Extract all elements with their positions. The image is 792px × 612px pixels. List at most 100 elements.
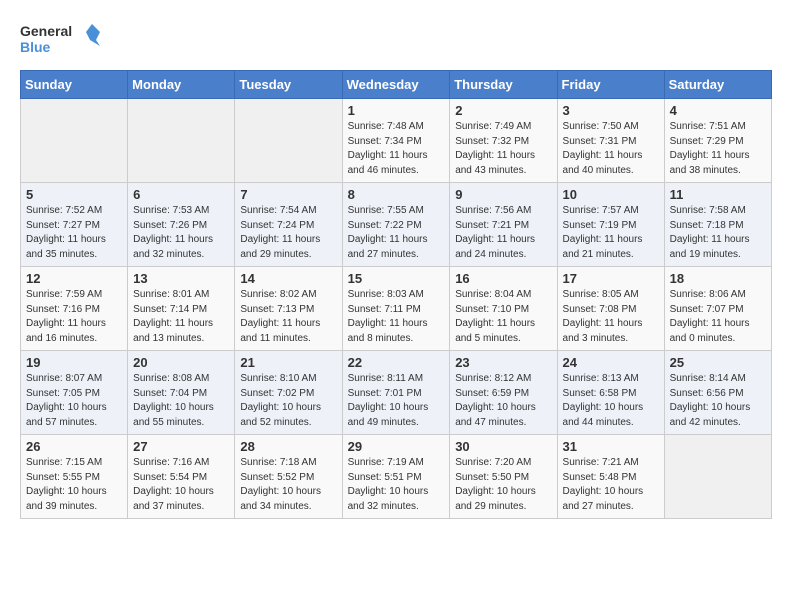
day-info: Sunrise: 8:02 AM Sunset: 7:13 PM Dayligh… — [240, 288, 336, 346]
day-number: 1 — [348, 103, 445, 118]
day-number: 31 — [563, 439, 659, 454]
calendar-cell: 9 Sunrise: 7:56 AM Sunset: 7:21 PM Daylig… — [450, 183, 557, 267]
day-info: Sunrise: 8:11 AM Sunset: 7:01 PM Dayligh… — [348, 372, 445, 430]
day-info: Sunrise: 8:12 AM Sunset: 6:59 PM Dayligh… — [455, 372, 551, 430]
day-number: 17 — [563, 271, 659, 286]
day-number: 9 — [455, 187, 551, 202]
calendar-cell: 25 Sunrise: 8:14 AM Sunset: 6:56 PM Dayli… — [664, 351, 771, 435]
day-number: 2 — [455, 103, 551, 118]
day-number: 24 — [563, 355, 659, 370]
calendar-cell: 30 Sunrise: 7:20 AM Sunset: 5:50 PM Dayli… — [450, 435, 557, 519]
calendar-cell: 17 Sunrise: 8:05 AM Sunset: 7:08 PM Dayli… — [557, 267, 664, 351]
day-info: Sunrise: 7:21 AM Sunset: 5:48 PM Dayligh… — [563, 456, 659, 514]
calendar-cell: 10 Sunrise: 7:57 AM Sunset: 7:19 PM Dayli… — [557, 183, 664, 267]
calendar-cell: 12 Sunrise: 7:59 AM Sunset: 7:16 PM Dayli… — [21, 267, 128, 351]
logo-svg: General Blue — [20, 20, 100, 60]
day-number: 23 — [455, 355, 551, 370]
day-info: Sunrise: 8:01 AM Sunset: 7:14 PM Dayligh… — [133, 288, 229, 346]
day-info: Sunrise: 7:53 AM Sunset: 7:26 PM Dayligh… — [133, 204, 229, 262]
day-info: Sunrise: 7:16 AM Sunset: 5:54 PM Dayligh… — [133, 456, 229, 514]
day-info: Sunrise: 8:10 AM Sunset: 7:02 PM Dayligh… — [240, 372, 336, 430]
calendar-cell: 4 Sunrise: 7:51 AM Sunset: 7:29 PM Daylig… — [664, 99, 771, 183]
day-info: Sunrise: 8:07 AM Sunset: 7:05 PM Dayligh… — [26, 372, 122, 430]
calendar-cell — [21, 99, 128, 183]
calendar-cell: 23 Sunrise: 8:12 AM Sunset: 6:59 PM Dayli… — [450, 351, 557, 435]
day-info: Sunrise: 7:58 AM Sunset: 7:18 PM Dayligh… — [670, 204, 766, 262]
day-number: 21 — [240, 355, 336, 370]
day-info: Sunrise: 8:14 AM Sunset: 6:56 PM Dayligh… — [670, 372, 766, 430]
day-number: 19 — [26, 355, 122, 370]
day-number: 11 — [670, 187, 766, 202]
day-number: 29 — [348, 439, 445, 454]
calendar-cell: 2 Sunrise: 7:49 AM Sunset: 7:32 PM Daylig… — [450, 99, 557, 183]
calendar-cell: 3 Sunrise: 7:50 AM Sunset: 7:31 PM Daylig… — [557, 99, 664, 183]
day-info: Sunrise: 7:48 AM Sunset: 7:34 PM Dayligh… — [348, 120, 445, 178]
week-row-4: 19 Sunrise: 8:07 AM Sunset: 7:05 PM Dayli… — [21, 351, 772, 435]
calendar-cell: 24 Sunrise: 8:13 AM Sunset: 6:58 PM Dayli… — [557, 351, 664, 435]
calendar-cell: 29 Sunrise: 7:19 AM Sunset: 5:51 PM Dayli… — [342, 435, 450, 519]
svg-text:General: General — [20, 23, 72, 39]
day-number: 15 — [348, 271, 445, 286]
day-number: 10 — [563, 187, 659, 202]
week-row-1: 1 Sunrise: 7:48 AM Sunset: 7:34 PM Daylig… — [21, 99, 772, 183]
weekday-header-thursday: Thursday — [450, 71, 557, 99]
calendar-cell: 28 Sunrise: 7:18 AM Sunset: 5:52 PM Dayli… — [235, 435, 342, 519]
day-number: 30 — [455, 439, 551, 454]
day-number: 18 — [670, 271, 766, 286]
calendar-cell: 14Sunrise: 8:02 AM Sunset: 7:13 PM Dayli… — [235, 267, 342, 351]
day-info: Sunrise: 7:20 AM Sunset: 5:50 PM Dayligh… — [455, 456, 551, 514]
weekday-header-saturday: Saturday — [664, 71, 771, 99]
day-info: Sunrise: 7:56 AM Sunset: 7:21 PM Dayligh… — [455, 204, 551, 262]
day-info: Sunrise: 7:15 AM Sunset: 5:55 PM Dayligh… — [26, 456, 122, 514]
weekday-header-monday: Monday — [128, 71, 235, 99]
calendar-cell: 31 Sunrise: 7:21 AM Sunset: 5:48 PM Dayli… — [557, 435, 664, 519]
day-number: 4 — [670, 103, 766, 118]
day-number: 28 — [240, 439, 336, 454]
calendar: SundayMondayTuesdayWednesdayThursdayFrid… — [20, 70, 772, 519]
day-info: Sunrise: 8:06 AM Sunset: 7:07 PM Dayligh… — [670, 288, 766, 346]
day-number: 12 — [26, 271, 122, 286]
svg-text:Blue: Blue — [20, 39, 51, 55]
day-info: Sunrise: 7:18 AM Sunset: 5:52 PM Dayligh… — [240, 456, 336, 514]
calendar-cell — [128, 99, 235, 183]
calendar-cell: 16 Sunrise: 8:04 AM Sunset: 7:10 PM Dayli… — [450, 267, 557, 351]
calendar-cell: 1 Sunrise: 7:48 AM Sunset: 7:34 PM Daylig… — [342, 99, 450, 183]
calendar-cell: 18 Sunrise: 8:06 AM Sunset: 7:07 PM Dayli… — [664, 267, 771, 351]
calendar-cell: 27Sunrise: 7:16 AM Sunset: 5:54 PM Dayli… — [128, 435, 235, 519]
day-number: 6 — [133, 187, 229, 202]
day-info: Sunrise: 7:52 AM Sunset: 7:27 PM Dayligh… — [26, 204, 122, 262]
day-info: Sunrise: 8:13 AM Sunset: 6:58 PM Dayligh… — [563, 372, 659, 430]
weekday-header-sunday: Sunday — [21, 71, 128, 99]
weekday-header-friday: Friday — [557, 71, 664, 99]
calendar-cell: 15 Sunrise: 8:03 AM Sunset: 7:11 PM Dayli… — [342, 267, 450, 351]
day-number: 25 — [670, 355, 766, 370]
day-info: Sunrise: 7:59 AM Sunset: 7:16 PM Dayligh… — [26, 288, 122, 346]
day-info: Sunrise: 8:08 AM Sunset: 7:04 PM Dayligh… — [133, 372, 229, 430]
day-number: 5 — [26, 187, 122, 202]
week-row-5: 26Sunrise: 7:15 AM Sunset: 5:55 PM Dayli… — [21, 435, 772, 519]
day-info: Sunrise: 7:19 AM Sunset: 5:51 PM Dayligh… — [348, 456, 445, 514]
calendar-cell — [664, 435, 771, 519]
calendar-cell: 19 Sunrise: 8:07 AM Sunset: 7:05 PM Dayli… — [21, 351, 128, 435]
day-number: 20 — [133, 355, 229, 370]
day-number: 13 — [133, 271, 229, 286]
day-info: Sunrise: 7:49 AM Sunset: 7:32 PM Dayligh… — [455, 120, 551, 178]
day-info: Sunrise: 7:55 AM Sunset: 7:22 PM Dayligh… — [348, 204, 445, 262]
logo: General Blue — [20, 20, 100, 60]
day-info: Sunrise: 7:57 AM Sunset: 7:19 PM Dayligh… — [563, 204, 659, 262]
calendar-cell: 21 Sunrise: 8:10 AM Sunset: 7:02 PM Dayli… — [235, 351, 342, 435]
day-number: 7 — [240, 187, 336, 202]
day-number: 16 — [455, 271, 551, 286]
day-info: Sunrise: 7:51 AM Sunset: 7:29 PM Dayligh… — [670, 120, 766, 178]
day-info: Sunrise: 8:05 AM Sunset: 7:08 PM Dayligh… — [563, 288, 659, 346]
weekday-header-tuesday: Tuesday — [235, 71, 342, 99]
day-number: 3 — [563, 103, 659, 118]
week-row-3: 12 Sunrise: 7:59 AM Sunset: 7:16 PM Dayli… — [21, 267, 772, 351]
day-number: 8 — [348, 187, 445, 202]
day-info: Sunrise: 8:03 AM Sunset: 7:11 PM Dayligh… — [348, 288, 445, 346]
day-info: Sunrise: 8:04 AM Sunset: 7:10 PM Dayligh… — [455, 288, 551, 346]
day-info: Sunrise: 7:50 AM Sunset: 7:31 PM Dayligh… — [563, 120, 659, 178]
calendar-cell: 7Sunrise: 7:54 AM Sunset: 7:24 PM Daylig… — [235, 183, 342, 267]
calendar-cell: 11 Sunrise: 7:58 AM Sunset: 7:18 PM Dayli… — [664, 183, 771, 267]
calendar-cell: 20 Sunrise: 8:08 AM Sunset: 7:04 PM Dayli… — [128, 351, 235, 435]
